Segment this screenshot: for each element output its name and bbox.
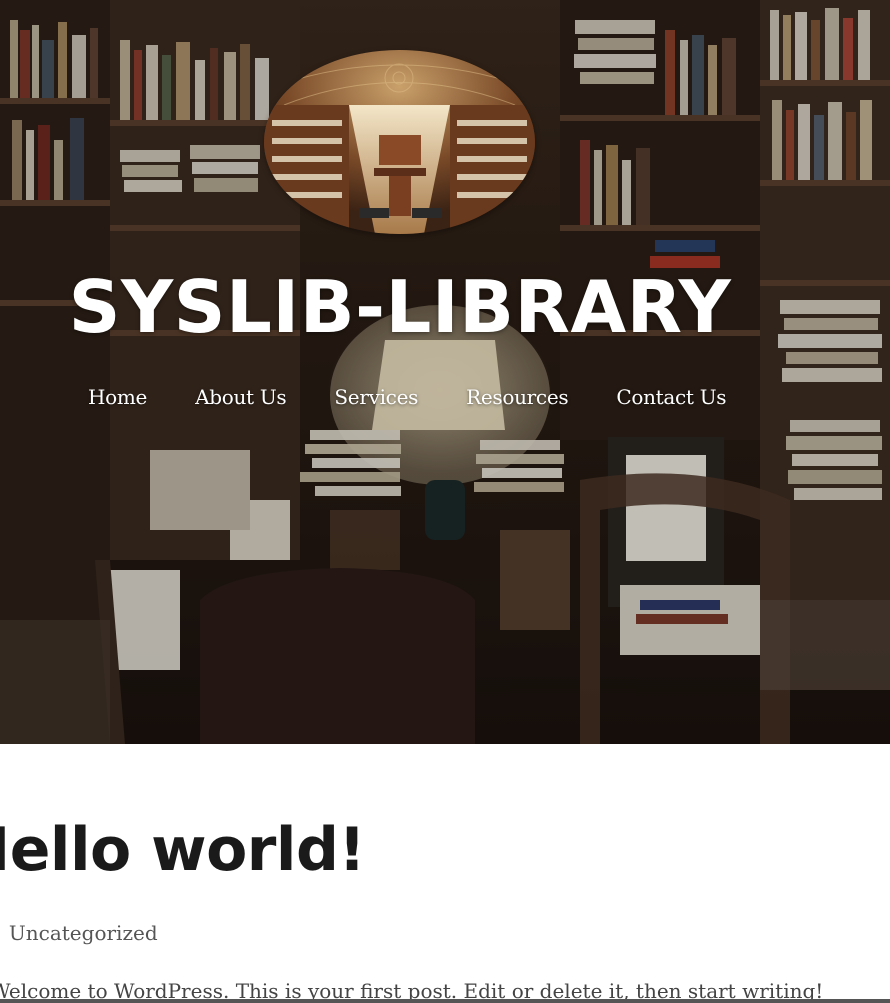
library-interior-logo-image [264, 50, 535, 234]
site-title[interactable]: SYSLIB-LIBRARY [0, 262, 800, 352]
nav-link-resources[interactable]: Resources [466, 385, 569, 409]
site-logo[interactable] [264, 50, 535, 234]
nav-link-contact-us[interactable]: Contact Us [616, 385, 726, 409]
page: SYSLIB-LIBRARY Home About Us Services Re… [0, 0, 890, 1003]
nav-item-services: Services [334, 382, 418, 412]
nav-item-resources: Resources [466, 382, 569, 412]
nav-link-home[interactable]: Home [88, 385, 147, 409]
nav-link-about-us[interactable]: About Us [195, 385, 287, 409]
site-header-hero: SYSLIB-LIBRARY Home About Us Services Re… [0, 0, 890, 744]
nav-item-contact-us: Contact Us [616, 382, 726, 412]
nav-link-services[interactable]: Services [334, 385, 418, 409]
post-category-link[interactable]: Uncategorized [9, 918, 158, 948]
post-meta: 2024 Uncategorized [0, 918, 158, 948]
bottom-divider [0, 999, 890, 1003]
nav-menu: Home About Us Services Resources Contact… [88, 382, 727, 412]
nav-item-home: Home [88, 382, 147, 412]
post-title[interactable]: Hello world! [0, 810, 366, 890]
nav-item-about-us: About Us [195, 382, 287, 412]
